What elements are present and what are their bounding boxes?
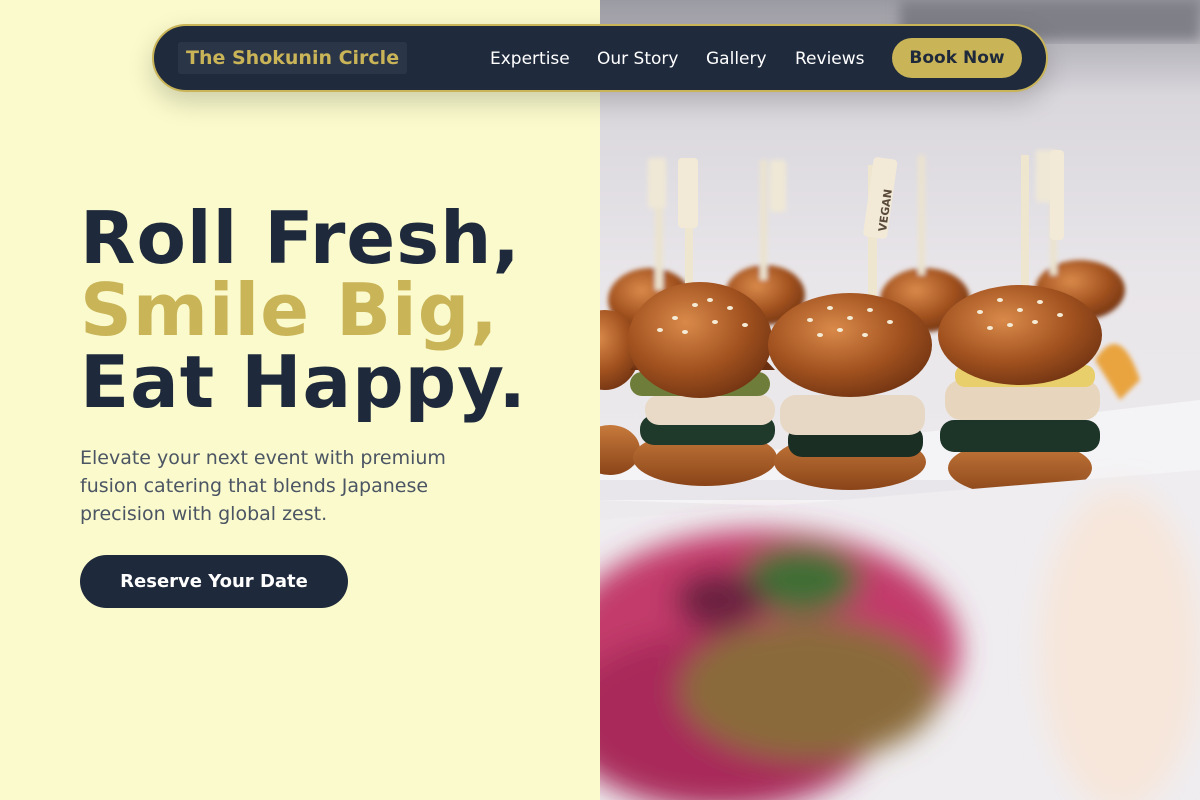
hero-section: Roll Fresh, Smile Big, Eat Happy. Elevat… bbox=[0, 0, 600, 800]
hero-title-line-2: Smile Big, bbox=[80, 268, 499, 352]
hero-title-line-1: Roll Fresh, bbox=[80, 196, 521, 280]
nav-link-expertise[interactable]: Expertise bbox=[490, 48, 570, 70]
hero-subtitle: Elevate your next event with premium fus… bbox=[80, 447, 446, 525]
nav-link-gallery[interactable]: Gallery bbox=[706, 48, 767, 70]
nav-link-our-story[interactable]: Our Story bbox=[597, 48, 678, 70]
food-photo: VEGAN bbox=[600, 0, 1200, 800]
hero-title-line-3: Eat Happy. bbox=[80, 340, 527, 424]
navbar: The Shokunin Circle Expertise Our Story … bbox=[152, 24, 1048, 92]
brand-logo[interactable]: The Shokunin Circle bbox=[178, 42, 408, 74]
nav-link-reviews[interactable]: Reviews bbox=[795, 48, 865, 70]
landing-page: Roll Fresh, Smile Big, Eat Happy. Elevat… bbox=[0, 0, 1200, 800]
reserve-date-button[interactable]: Reserve Your Date bbox=[80, 555, 348, 608]
book-now-button[interactable]: Book Now bbox=[892, 38, 1022, 78]
hero-title: Roll Fresh, Smile Big, Eat Happy. bbox=[80, 202, 527, 418]
